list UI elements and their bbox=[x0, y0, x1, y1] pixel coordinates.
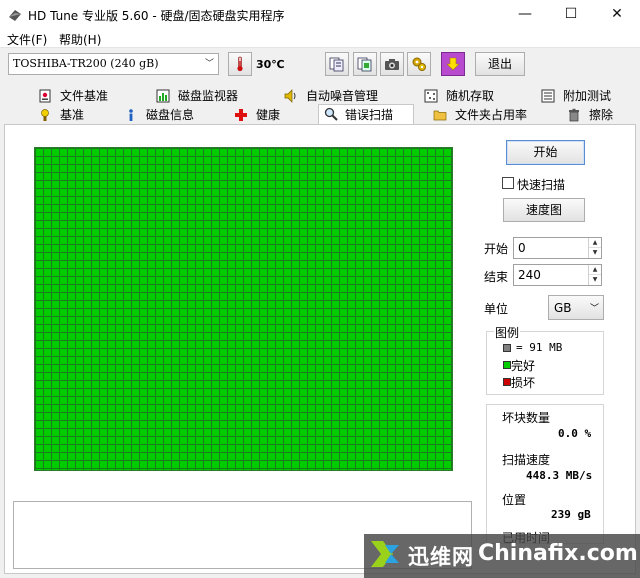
magnifier-icon bbox=[324, 107, 338, 121]
speed-map-button[interactable]: 速度图 bbox=[503, 198, 585, 222]
menu-bar: 文件(F) 帮助(H) bbox=[0, 30, 640, 48]
end-label: 结束 bbox=[484, 270, 509, 284]
tab-extra-tests[interactable]: 附加测试 bbox=[541, 88, 631, 106]
tab-label: 磁盘监视器 bbox=[178, 89, 239, 103]
tab-folder-usage[interactable]: 文件夹占用率 bbox=[433, 107, 543, 125]
folder-icon bbox=[433, 110, 447, 121]
unit-select-value: GB bbox=[554, 301, 572, 315]
exit-button[interactable]: 退出 bbox=[475, 52, 525, 76]
chevron-down-icon: ﹀ bbox=[204, 59, 214, 69]
random-access-icon bbox=[424, 89, 438, 103]
copy-screenshot-button[interactable] bbox=[353, 52, 377, 76]
watermark-logo bbox=[371, 541, 399, 567]
watermark-brand-en: Chinafix.com bbox=[478, 541, 638, 566]
tab-health[interactable]: 健康 bbox=[234, 107, 314, 125]
tab-benchmark[interactable]: 基准 bbox=[38, 107, 118, 125]
legend-ok-label: 完好 bbox=[511, 359, 536, 373]
tab-label: 附加测试 bbox=[563, 89, 612, 103]
legend-block-size-label: = 91 MB bbox=[516, 341, 563, 354]
legend-swatch-block-size bbox=[503, 344, 511, 352]
tab-label: 文件夹占用率 bbox=[455, 108, 528, 122]
temperature-button[interactable] bbox=[228, 52, 252, 76]
screenshot-button[interactable] bbox=[380, 52, 404, 76]
tab-label: 磁盘信息 bbox=[146, 108, 195, 122]
increment-arrow-icon[interactable]: ▲ bbox=[589, 265, 601, 275]
info-icon bbox=[129, 109, 133, 121]
chevron-down-icon: ﹀ bbox=[589, 304, 599, 314]
tab-label: 自动噪音管理 bbox=[306, 89, 379, 103]
legend-title: 图例 bbox=[494, 324, 521, 341]
stepper-arrows: ▲ ▼ bbox=[588, 238, 601, 258]
toolbar: TOSHIBA-TR200 (240 gB) ﹀ 30℃ 退出 bbox=[0, 48, 640, 82]
tab-label: 文件基准 bbox=[60, 89, 109, 103]
unit-label: 单位 bbox=[484, 302, 509, 316]
increment-arrow-icon[interactable]: ▲ bbox=[589, 238, 601, 248]
scan-speed-value: 448.3 MB/s bbox=[526, 469, 593, 482]
tab-label: 擦除 bbox=[589, 108, 614, 122]
temperature-readout: 30℃ bbox=[256, 58, 285, 71]
start-position-value: 0 bbox=[518, 241, 526, 255]
decrement-arrow-icon[interactable]: ▼ bbox=[589, 275, 601, 285]
bad-blocks-label: 坏块数量 bbox=[502, 411, 551, 425]
start-scan-button[interactable]: 开始 bbox=[506, 140, 585, 165]
menu-file[interactable]: 文件(F) bbox=[7, 31, 47, 48]
health-cross-icon bbox=[235, 109, 247, 121]
decrement-arrow-icon[interactable]: ▼ bbox=[589, 248, 601, 258]
tab-label: 基准 bbox=[60, 108, 85, 122]
tab-disk-monitor[interactable]: 磁盘监视器 bbox=[156, 88, 276, 106]
title-bar: HD Tune 专业版 5.60 - 硬盘/固态硬盘实用程序 — ☐ ✕ bbox=[0, 0, 640, 30]
end-position-stepper[interactable]: 240 ▲ ▼ bbox=[513, 264, 602, 286]
speaker-icon bbox=[284, 89, 296, 103]
window-title: HD Tune 专业版 5.60 - 硬盘/固态硬盘实用程序 bbox=[28, 9, 285, 23]
minimize-button[interactable]: — bbox=[502, 0, 548, 30]
tab-disk-info[interactable]: 磁盘信息 bbox=[124, 107, 224, 125]
start-position-stepper[interactable]: 0 ▲ ▼ bbox=[513, 237, 602, 259]
legend-swatch-damaged bbox=[503, 378, 511, 386]
stepper-arrows: ▲ ▼ bbox=[588, 265, 601, 285]
drive-select-value: TOSHIBA-TR200 (240 gB) bbox=[13, 57, 159, 70]
tab-file-benchmark[interactable]: 文件基准 bbox=[38, 88, 148, 106]
camera-icon bbox=[385, 59, 399, 70]
benchmark-icon bbox=[41, 109, 49, 121]
app-icon bbox=[9, 10, 21, 21]
thermometer-icon bbox=[237, 56, 243, 72]
extra-tests-icon bbox=[541, 89, 555, 103]
tab-error-scan[interactable]: 错误扫描 bbox=[318, 104, 414, 125]
copy-info-button[interactable] bbox=[325, 52, 349, 76]
options-button[interactable] bbox=[407, 52, 431, 76]
copy-image-icon bbox=[357, 57, 372, 72]
download-arrow-icon bbox=[446, 57, 460, 71]
save-button[interactable] bbox=[441, 52, 465, 76]
menu-help[interactable]: 帮助(H) bbox=[59, 31, 101, 48]
trash-icon bbox=[569, 108, 579, 122]
start-label: 开始 bbox=[484, 242, 509, 256]
position-label: 位置 bbox=[502, 493, 527, 507]
close-button[interactable]: ✕ bbox=[594, 0, 640, 30]
unit-select[interactable]: GB ﹀ bbox=[548, 295, 604, 320]
tab-label: 随机存取 bbox=[446, 89, 495, 103]
bad-blocks-value: 0.0 % bbox=[558, 427, 592, 440]
block-map bbox=[34, 147, 453, 471]
copy-text-icon bbox=[329, 57, 344, 72]
end-position-value: 240 bbox=[518, 268, 541, 282]
drive-select[interactable]: TOSHIBA-TR200 (240 gB) ﹀ bbox=[8, 53, 219, 75]
disk-monitor-icon bbox=[156, 89, 170, 103]
tab-erase[interactable]: 擦除 bbox=[567, 107, 631, 125]
file-benchmark-icon bbox=[39, 89, 51, 103]
gears-icon bbox=[412, 57, 426, 71]
scan-speed-label: 扫描速度 bbox=[502, 453, 551, 467]
legend-swatch-ok bbox=[503, 361, 511, 369]
tab-label: 错误扫描 bbox=[345, 108, 394, 122]
quick-scan-checkbox[interactable] bbox=[502, 177, 514, 189]
maximize-button[interactable]: ☐ bbox=[548, 0, 594, 30]
position-value: 239 gB bbox=[551, 508, 591, 521]
legend-damaged-label: 损坏 bbox=[511, 376, 536, 390]
watermark-brand-cn: 迅维网 bbox=[408, 545, 474, 569]
tab-label: 健康 bbox=[256, 108, 281, 122]
quick-scan-label: 快速扫描 bbox=[517, 178, 566, 192]
tab-random-access[interactable]: 随机存取 bbox=[424, 88, 534, 106]
